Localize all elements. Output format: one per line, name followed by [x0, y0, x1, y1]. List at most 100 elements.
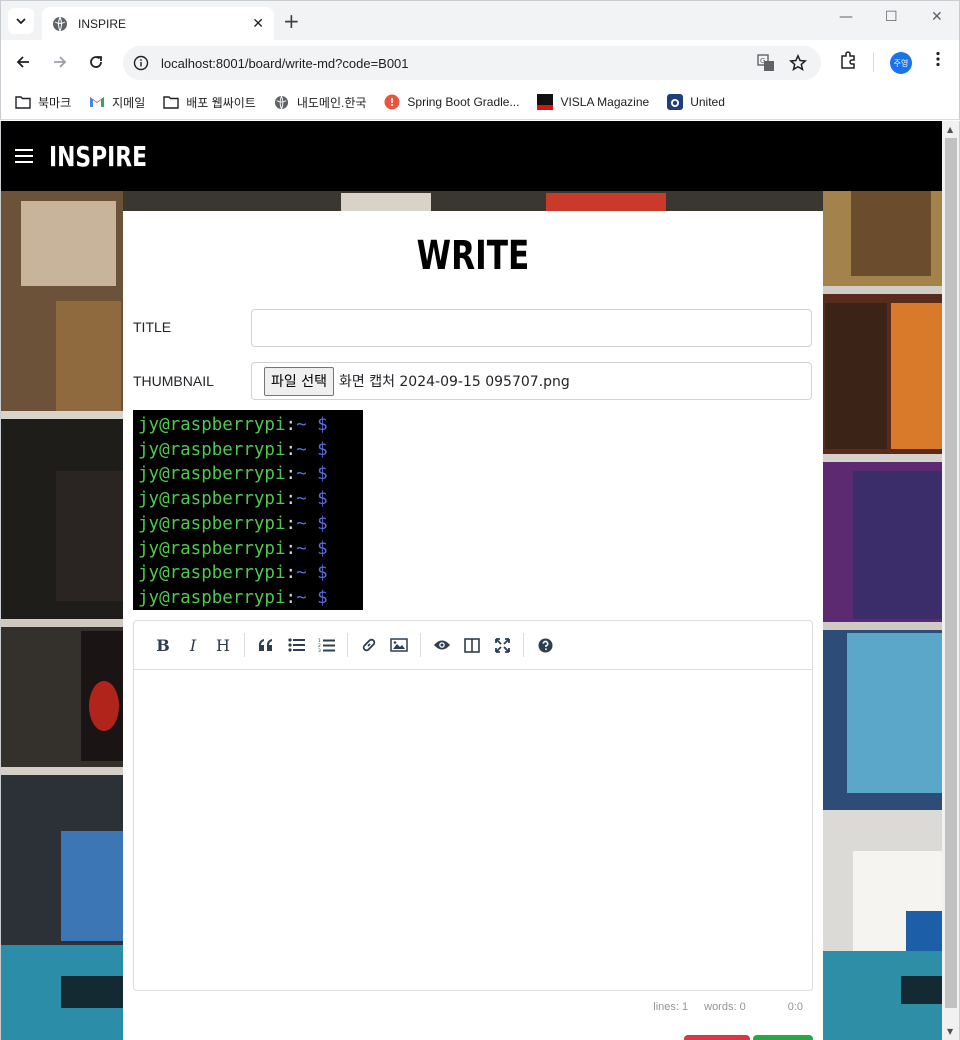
terminal-prompt: $ [317, 415, 328, 435]
unordered-list-button[interactable] [281, 630, 311, 660]
chevron-down-icon [16, 18, 26, 24]
terminal-user: jy@raspberrypi [138, 489, 286, 510]
title-input[interactable] [251, 309, 812, 347]
toolbar-divider [873, 52, 874, 72]
minimize-icon[interactable]: — [839, 9, 853, 25]
scroll-up-icon[interactable]: ▲ [947, 125, 953, 134]
question-circle-icon [538, 638, 552, 652]
terminal-path: ~ [296, 513, 307, 534]
guide-button[interactable] [530, 630, 560, 660]
tab-title: INSPIRE [78, 17, 127, 31]
editor-text-area[interactable] [134, 670, 812, 990]
terminal-separator: : [285, 538, 297, 559]
maximize-icon[interactable]: ☐ [885, 9, 898, 25]
eye-icon [434, 640, 450, 650]
folder-icon [15, 94, 31, 110]
forward-button[interactable] [48, 50, 72, 74]
terminal-prompt: $ [317, 563, 328, 584]
fullscreen-button[interactable] [487, 630, 517, 660]
bookmark-item[interactable]: 북마크 [15, 94, 71, 111]
extensions-icon[interactable] [838, 50, 858, 70]
bookmark-item[interactable]: 내도메인.한국 [274, 94, 367, 111]
bookmark-item[interactable]: 지메일 [89, 94, 145, 111]
terminal-prompt: $ [317, 439, 328, 460]
terminal-user: jy@raspberrypi [138, 464, 286, 485]
bookmark-label: 지메일 [112, 95, 146, 110]
address-bar[interactable]: localhost:8001/board/write-md?code=B001 … [123, 46, 821, 80]
svg-text:G: G [760, 57, 765, 65]
site-logo[interactable]: INSPIRE [49, 140, 147, 173]
back-button[interactable] [11, 50, 35, 74]
italic-button[interactable]: I [178, 630, 208, 660]
translate-icon[interactable]: G [757, 54, 775, 72]
title-label: TITLE [133, 319, 172, 335]
thumbnail-file-input[interactable]: 파일 선택 화면 캡처 2024-09-15 095707.png [251, 362, 812, 400]
bold-icon: B [156, 635, 170, 655]
scrollbar-thumb[interactable] [945, 138, 957, 1008]
spring-icon [384, 94, 400, 110]
bold-button[interactable]: B [148, 630, 178, 660]
submit-button[interactable] [753, 1035, 813, 1040]
ordered-list-button[interactable]: 123 [311, 630, 341, 660]
close-window-icon[interactable]: ✕ [931, 9, 943, 25]
page-scrollbar[interactable]: ▲ ▼ [942, 121, 960, 1040]
terminal-path: ~ [296, 587, 307, 608]
new-tab-button[interactable]: + [283, 10, 300, 32]
terminal-separator: : [285, 464, 297, 485]
bookmark-item[interactable]: 배포 웹싸이트 [163, 94, 256, 111]
terminal-line: jy@raspberrypi:~ $ [138, 586, 358, 611]
tab-search-button[interactable] [8, 8, 34, 34]
close-icon[interactable]: ✕ [252, 16, 264, 32]
terminal-path: ~ [296, 538, 307, 559]
preview-button[interactable] [427, 630, 457, 660]
terminal-separator: : [285, 587, 297, 608]
bookmark-label: 북마크 [38, 95, 72, 110]
visla-icon [537, 94, 554, 110]
reload-button[interactable] [84, 50, 108, 74]
star-icon[interactable] [789, 54, 807, 72]
terminal-line: jy@raspberrypi:~ $ [138, 537, 358, 562]
heading-button[interactable]: H [208, 630, 238, 660]
terminal-line: jy@raspberrypi:~ $ [138, 561, 358, 586]
background-image: WRITE TITLE THUMBNAIL 파일 선택 화면 캡처 2024-0… [1, 191, 942, 1040]
terminal-separator: : [285, 415, 297, 435]
write-form-card: WRITE TITLE THUMBNAIL 파일 선택 화면 캡처 2024-0… [123, 211, 823, 1040]
site-header: INSPIRE [1, 121, 942, 191]
arrow-right-icon [54, 56, 67, 68]
terminal-prompt: $ [317, 464, 328, 485]
terminal-user: jy@raspberrypi [138, 439, 286, 460]
svg-text:3: 3 [318, 648, 321, 653]
terminal-user: jy@raspberrypi [138, 563, 286, 584]
bookmark-item[interactable]: Spring Boot Gradle... [384, 94, 519, 110]
site-info-icon[interactable] [131, 53, 151, 73]
profile-avatar[interactable]: 주영 [890, 52, 912, 74]
toolbar-separator [420, 633, 421, 657]
scroll-down-icon[interactable]: ▼ [947, 1027, 953, 1036]
bookmark-label: 배포 웹싸이트 [186, 95, 256, 110]
choose-file-button[interactable]: 파일 선택 [264, 366, 334, 396]
bookmark-item[interactable]: VISLA Magazine [537, 94, 649, 110]
bookmark-label: 내도메인.한국 [296, 95, 367, 110]
bookmarks-bar: 북마크 지메일 배포 웹싸이트 내도메인.한국 Spring Boot Grad… [0, 85, 960, 120]
terminal-separator: : [285, 439, 297, 460]
terminal-separator: : [285, 513, 297, 534]
browser-tab-bar: INSPIRE ✕ + — ☐ ✕ [0, 0, 960, 41]
cancel-button[interactable] [684, 1035, 750, 1040]
terminal-path: ~ [296, 563, 307, 584]
terminal-user: jy@raspberrypi [138, 415, 286, 435]
hamburger-menu-icon[interactable] [15, 149, 33, 163]
bookmark-item[interactable]: United [667, 94, 725, 110]
status-lines: lines: 1 [653, 1001, 689, 1013]
terminal-line: jy@raspberrypi:~ $ [138, 413, 358, 438]
quote-button[interactable] [251, 630, 281, 660]
thumbnail-label: THUMBNAIL [133, 373, 214, 389]
browser-tab[interactable]: INSPIRE ✕ [42, 7, 274, 41]
link-button[interactable] [354, 630, 384, 660]
terminal-prompt: $ [317, 587, 328, 608]
more-menu-icon[interactable] [929, 50, 947, 68]
image-button[interactable] [384, 630, 414, 660]
ordered-list-icon: 123 [318, 638, 335, 653]
side-by-side-button[interactable] [457, 630, 487, 660]
united-icon [667, 94, 684, 110]
terminal-prompt: $ [317, 489, 328, 510]
